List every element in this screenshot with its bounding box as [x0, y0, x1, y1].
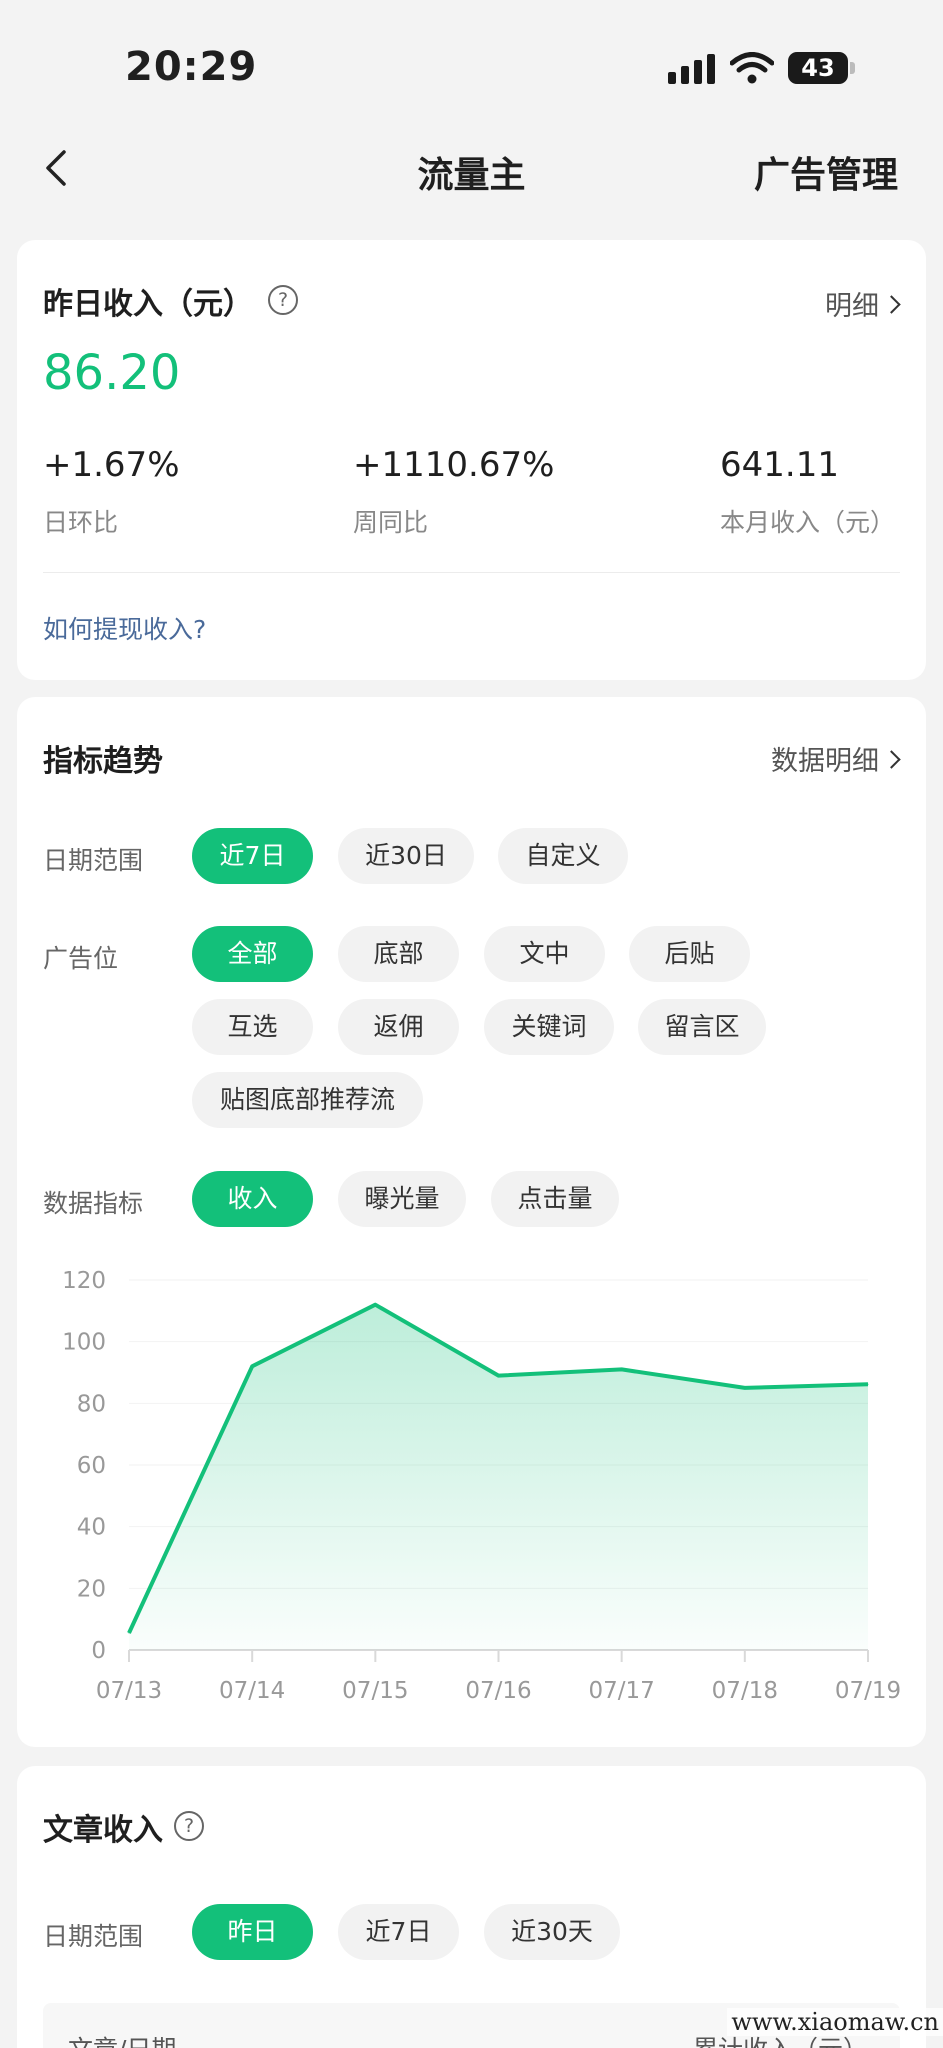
date-range-option[interactable]: 近7日	[192, 828, 313, 884]
income-trend-chart: 0 20 40 60 80 100 120 07/13 07/14 07/15 07/16 07/1…	[62, 1268, 901, 1704]
metric-option[interactable]: 曝光量	[338, 1171, 466, 1227]
chart-y-tick: 120	[62, 1268, 106, 1294]
chart-y-tick: 100	[62, 1330, 106, 1356]
chart-x-tick-label: 07/16	[465, 1678, 531, 1704]
yesterday-income-value: 86.20	[43, 345, 181, 401]
metric-label: 数据指标	[43, 1189, 144, 1218]
chart-x-tick-label: 07/17	[589, 1678, 655, 1704]
chart-point-07-17[interactable]	[621, 1368, 623, 1370]
date-range-option[interactable]: 近30日	[338, 828, 474, 884]
chart-x-tick-label: 07/19	[835, 1678, 901, 1704]
chart-y-tick: 60	[77, 1453, 106, 1479]
stat-week-ratio-label: 周同比	[353, 508, 429, 537]
ad-slot-option[interactable]: 全部	[192, 926, 313, 982]
metric-option[interactable]: 点击量	[491, 1171, 619, 1227]
watermark: www.xiaomaw.cn	[727, 2008, 943, 2036]
income-detail-link[interactable]: 明细	[825, 284, 901, 323]
data-detail-link[interactable]: 数据明细	[771, 739, 901, 778]
chart-area	[129, 1304, 868, 1650]
article-income-title: 文章收入	[43, 1813, 163, 1848]
ad-management-link[interactable]: 广告管理	[754, 146, 898, 198]
chart-point-07-19[interactable]	[867, 1383, 869, 1385]
article-date-range-label: 日期范围	[43, 1922, 144, 1951]
stat-day-ratio-label: 日环比	[43, 508, 119, 537]
chart-x-tick-label: 07/13	[96, 1678, 162, 1704]
chart-x-tick-label: 07/18	[712, 1678, 778, 1704]
ad-slot-option[interactable]: 贴图底部推荐流	[192, 1072, 423, 1128]
stat-month-income-value: 641.11	[720, 445, 839, 485]
chart-point-07-13[interactable]	[128, 1632, 130, 1634]
ad-slot-option[interactable]: 互选	[192, 999, 313, 1055]
wifi-icon	[730, 52, 774, 84]
ad-slot-label: 广告位	[43, 944, 119, 973]
article-date-option[interactable]: 近7日	[338, 1904, 459, 1960]
chart-x-tick-label: 07/15	[342, 1678, 408, 1704]
stat-day-ratio-value: +1.67%	[43, 445, 180, 485]
chevron-right-icon	[882, 750, 901, 769]
battery-cap	[850, 62, 855, 74]
chart-point-07-15[interactable]	[374, 1304, 376, 1306]
chart-y-tick: 20	[77, 1576, 106, 1602]
divider	[43, 572, 900, 573]
chart-point-07-18[interactable]	[744, 1387, 746, 1389]
help-icon[interactable]: ?	[174, 1811, 204, 1841]
withdraw-help-link[interactable]: 如何提现收入?	[43, 610, 206, 646]
chart-point-07-14[interactable]	[251, 1365, 253, 1367]
ad-slot-option[interactable]: 底部	[338, 926, 459, 982]
chart-point-07-16[interactable]	[498, 1375, 499, 1377]
help-icon[interactable]: ?	[268, 285, 298, 315]
stat-week-ratio-value: +1110.67%	[353, 445, 555, 485]
stat-month-income-label: 本月收入（元）	[720, 508, 896, 537]
ad-slot-option[interactable]: 返佣	[338, 999, 459, 1055]
status-time: 20:29	[125, 44, 258, 90]
chart-y-tick: 40	[77, 1515, 106, 1541]
article-date-option[interactable]: 近30天	[484, 1904, 620, 1960]
chevron-right-icon	[882, 295, 901, 314]
data-detail-label: 数据明细	[771, 746, 879, 777]
chart-y-tick: 80	[77, 1391, 106, 1417]
ad-slot-option[interactable]: 留言区	[638, 999, 766, 1055]
trend-title: 指标趋势	[43, 744, 163, 779]
chart-y-tick: 0	[91, 1638, 106, 1664]
ad-slot-option[interactable]: 后贴	[629, 926, 750, 982]
article-date-option[interactable]: 昨日	[192, 1904, 313, 1960]
signal-icon	[668, 54, 715, 84]
income-detail-label: 明细	[825, 291, 879, 322]
metric-option[interactable]: 收入	[192, 1171, 313, 1227]
ad-slot-option[interactable]: 关键词	[484, 999, 614, 1055]
battery-icon: 43	[788, 52, 848, 84]
income-title: 昨日收入（元）	[43, 287, 253, 322]
table-header-article[interactable]: 文章/日期	[68, 2030, 176, 2048]
date-range-label: 日期范围	[43, 846, 144, 875]
chart-x-tick-label: 07/14	[219, 1678, 285, 1704]
ad-slot-option[interactable]: 文中	[484, 926, 605, 982]
date-range-option[interactable]: 自定义	[498, 828, 628, 884]
